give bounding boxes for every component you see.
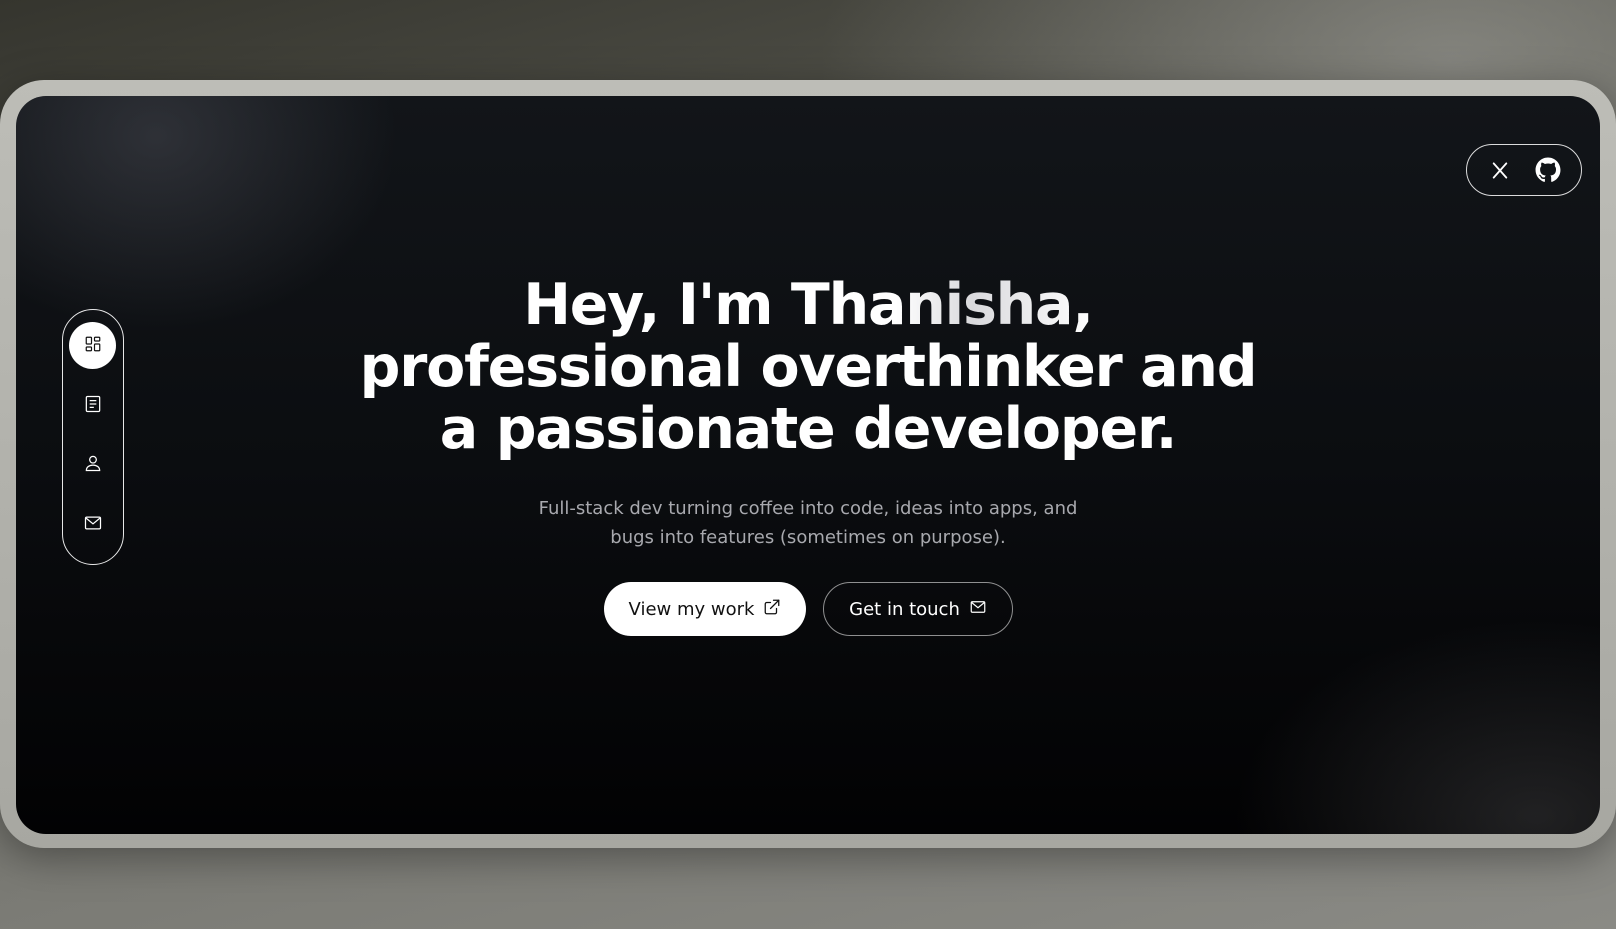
external-link-icon [763,598,781,621]
view-my-work-label: View my work [628,598,755,620]
mail-icon [969,598,987,621]
screen: Hey, I'm Thanisha, professional overthin… [16,96,1600,834]
hero-title-name: Thanisha, [790,272,1094,338]
hero-title-line-2: professional overthinker and [359,334,1258,400]
hero-title-greeting: Hey, I'm [523,272,791,338]
github-icon[interactable] [1535,157,1561,183]
hero-subtitle-line-1: Full-stack dev turning coffee into code,… [538,498,1078,519]
get-in-touch-button[interactable]: Get in touch [823,582,1013,636]
hero-subtitle: Full-stack dev turning coffee into code,… [458,494,1158,552]
hero-subtitle-line-2: bugs into features (sometimes on purpose… [610,527,1006,548]
mail-icon [83,513,103,537]
hero-title-line-1: Hey, I'm Thanisha, [16,274,1600,336]
view-my-work-button[interactable]: View my work [604,582,806,636]
nav-contact[interactable] [69,501,116,548]
social-links [1466,144,1582,196]
hero-title-line-3: a passionate developer. [439,396,1178,462]
get-in-touch-label: Get in touch [849,598,960,620]
x-icon[interactable] [1487,157,1513,183]
hero-title: Hey, I'm Thanisha, professional overthin… [16,274,1600,460]
device-frame: Hey, I'm Thanisha, professional overthin… [0,80,1616,848]
